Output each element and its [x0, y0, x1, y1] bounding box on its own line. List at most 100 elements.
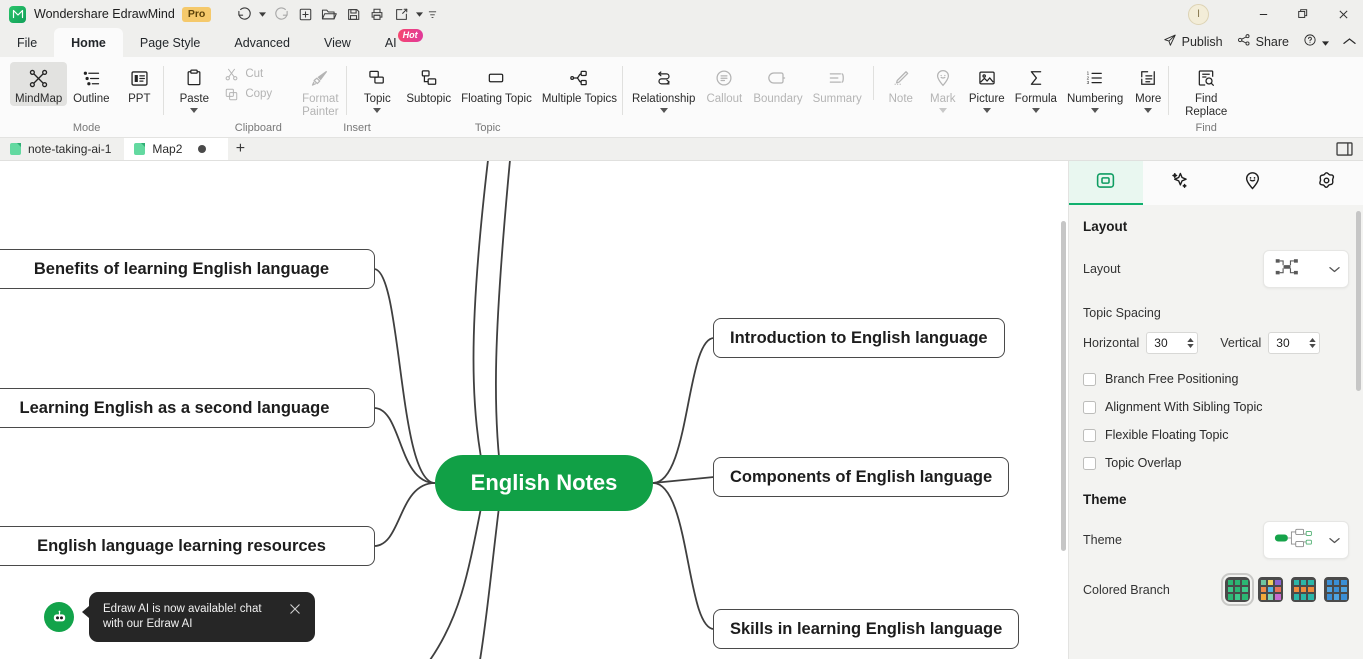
- panel-toggle-icon[interactable]: [1336, 142, 1353, 156]
- topic-node-skills[interactable]: Skills in learning English language: [713, 609, 1020, 649]
- edraw-ai-bot-icon[interactable]: [44, 602, 74, 632]
- close-button[interactable]: [1323, 0, 1363, 28]
- share-label: Share: [1255, 34, 1289, 49]
- publish-button[interactable]: Publish: [1156, 30, 1230, 53]
- spinner-arrows[interactable]: [1187, 338, 1194, 348]
- topic-caret-icon[interactable]: [373, 107, 382, 115]
- formula-caret-icon[interactable]: [1031, 107, 1040, 115]
- swatch-blue-palette[interactable]: [1324, 577, 1349, 602]
- topic-button[interactable]: Topic: [353, 62, 401, 115]
- summary-icon: [827, 66, 847, 90]
- menu-tab-view[interactable]: View: [307, 28, 368, 57]
- numbering-caret-icon[interactable]: [1091, 107, 1100, 115]
- find-replace-label: Find Replace: [1185, 93, 1228, 118]
- paste-caret-icon[interactable]: [190, 107, 199, 115]
- right-panel: Layout Layout Topic Spacing Horizontal 3…: [1068, 161, 1363, 659]
- new-icon[interactable]: [294, 4, 316, 24]
- vertical-spinner[interactable]: [1268, 332, 1321, 354]
- spinner-arrows[interactable]: [1309, 338, 1316, 348]
- find-replace-button[interactable]: Find Replace: [1177, 62, 1235, 118]
- outline-button[interactable]: Outline: [67, 62, 115, 106]
- layout-section-heading: Layout: [1083, 219, 1128, 234]
- layout-dropdown[interactable]: [1263, 250, 1349, 288]
- picture-button[interactable]: Picture: [964, 62, 1010, 115]
- menu-tab-home[interactable]: Home: [54, 28, 123, 57]
- mark-label: Mark: [930, 93, 956, 105]
- horizontal-input[interactable]: [1154, 336, 1185, 350]
- collapse-ribbon-button[interactable]: [1336, 32, 1363, 52]
- subtopic-button[interactable]: Subtopic: [401, 62, 456, 106]
- print-icon[interactable]: [366, 4, 388, 24]
- relationship-icon: [654, 66, 674, 90]
- checkbox-icon[interactable]: [1083, 428, 1096, 442]
- open-icon[interactable]: [318, 4, 340, 24]
- menu-tab-page-style[interactable]: Page Style: [123, 28, 217, 57]
- topic-node-resources[interactable]: English language learning resources: [0, 526, 375, 566]
- copy-icon: [222, 86, 240, 102]
- undo-icon[interactable]: [233, 4, 255, 24]
- document-tab-label: Map2: [152, 142, 183, 156]
- canvas-vertical-scrollbar[interactable]: [1059, 161, 1068, 659]
- floating-topic-button[interactable]: Floating Topic: [456, 62, 537, 106]
- qat-overflow-icon[interactable]: [427, 4, 438, 24]
- save-icon[interactable]: [342, 4, 364, 24]
- right-panel-tabs: [1069, 161, 1363, 205]
- right-panel-tab-layout[interactable]: [1069, 161, 1143, 205]
- more-button[interactable]: More: [1128, 62, 1168, 115]
- horizontal-spinner[interactable]: [1146, 332, 1199, 354]
- relationship-caret-icon[interactable]: [659, 107, 668, 115]
- colored-branch-row: Colored Branch: [1069, 573, 1363, 606]
- export-caret-icon[interactable]: [414, 4, 425, 24]
- topic-node-introduction[interactable]: Introduction to English language: [713, 318, 1005, 358]
- scrollbar-thumb[interactable]: [1061, 221, 1066, 551]
- menu-tab-advanced[interactable]: Advanced: [217, 28, 307, 57]
- topic-node-second-language[interactable]: Learning English as a second language: [0, 388, 375, 428]
- avatar[interactable]: I: [1188, 3, 1209, 25]
- unsaved-indicator[interactable]: [198, 145, 207, 153]
- checkbox-branch-free-positioning[interactable]: Branch Free Positioning: [1069, 372, 1363, 386]
- topic-node-benefits[interactable]: Benefits of learning English language: [0, 249, 375, 289]
- document-tab-map2[interactable]: Map2: [124, 138, 229, 160]
- swatch-multicolor-palette[interactable]: [1258, 577, 1283, 602]
- document-tab-note-taking-ai-1[interactable]: note-taking-ai-1: [0, 138, 124, 160]
- undo-caret-icon[interactable]: [257, 4, 268, 24]
- right-panel-tab-clipart[interactable]: [1216, 161, 1290, 205]
- formula-button[interactable]: Formula: [1010, 62, 1062, 115]
- checkbox-alignment-with-sibling-topic[interactable]: Alignment With Sibling Topic: [1069, 400, 1363, 414]
- checkbox-topic-overlap[interactable]: Topic Overlap: [1069, 456, 1363, 470]
- right-panel-tab-settings[interactable]: [1290, 161, 1363, 205]
- close-icon[interactable]: [289, 603, 301, 617]
- new-tab-button[interactable]: +: [228, 138, 252, 160]
- maximize-button[interactable]: [1283, 0, 1323, 28]
- swatch-teal-orange-palette[interactable]: [1291, 577, 1316, 602]
- checkbox-flexible-floating-topic[interactable]: Flexible Floating Topic: [1069, 428, 1363, 442]
- redo-icon[interactable]: [270, 4, 292, 24]
- ppt-button[interactable]: PPT: [115, 62, 163, 106]
- minimize-button[interactable]: [1243, 0, 1283, 28]
- more-caret-icon[interactable]: [1144, 107, 1153, 115]
- checkbox-icon[interactable]: [1083, 372, 1096, 386]
- picture-caret-icon[interactable]: [982, 107, 991, 115]
- app-logo-icon: [9, 5, 26, 23]
- center-topic[interactable]: English Notes: [435, 455, 653, 511]
- menu-tab-file[interactable]: File: [0, 28, 54, 57]
- checkbox-icon[interactable]: [1083, 400, 1096, 414]
- vertical-input[interactable]: [1276, 336, 1307, 350]
- help-button[interactable]: [1296, 30, 1336, 53]
- swatch-green-palette[interactable]: [1221, 573, 1254, 606]
- mindmap-button[interactable]: MindMap: [10, 62, 68, 106]
- menu-tab-ai[interactable]: AI Hot: [368, 28, 423, 57]
- multiple-topics-button[interactable]: Multiple Topics: [537, 62, 622, 106]
- theme-dropdown[interactable]: [1263, 521, 1349, 559]
- summary-button: Summary: [808, 62, 867, 106]
- relationship-button[interactable]: Relationship: [627, 62, 700, 115]
- right-panel-scrollbar-thumb[interactable]: [1356, 211, 1361, 391]
- share-button[interactable]: Share: [1230, 30, 1296, 53]
- numbering-button[interactable]: 1 2 3 Numbering: [1062, 62, 1128, 115]
- export-icon[interactable]: [390, 4, 412, 24]
- checkbox-icon[interactable]: [1083, 456, 1096, 470]
- right-panel-tab-style[interactable]: [1143, 161, 1217, 205]
- topic-node-components[interactable]: Components of English language: [713, 457, 1010, 497]
- paste-button[interactable]: Paste: [170, 62, 218, 115]
- mindmap-canvas[interactable]: English Notes Introduction to English la…: [0, 161, 1068, 659]
